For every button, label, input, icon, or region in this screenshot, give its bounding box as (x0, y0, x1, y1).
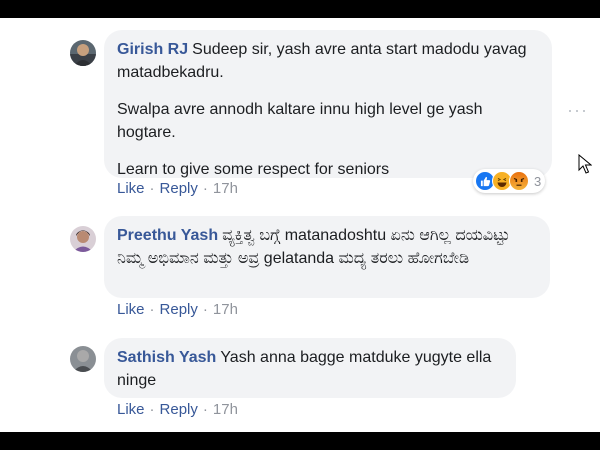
mouse-cursor-icon (578, 153, 593, 179)
avatar[interactable] (70, 226, 96, 252)
reactions-summary[interactable]: 3 (473, 169, 546, 193)
like-link[interactable]: Like (117, 401, 145, 418)
comment-bubble: Preethu Yash ವ್ಯಕ್ತಿತ್ವ ಬಗ್ಗೆ matanadosht… (104, 216, 550, 298)
comment-bubble: Sathish Yash Yash anna bagge matduke yugy… (104, 338, 516, 398)
like-link[interactable]: Like (117, 301, 145, 318)
timestamp[interactable]: 17h (213, 301, 238, 318)
reply-link[interactable]: Reply (160, 401, 198, 418)
more-options-icon[interactable]: ··· (567, 100, 588, 121)
avatar[interactable] (70, 40, 96, 66)
comment-thread: Girish RJ Sudeep sir, yash avre anta star… (0, 18, 600, 432)
comment-actions: Like · Reply · 17h (117, 401, 238, 418)
comment-bubble: Girish RJ Sudeep sir, yash avre anta star… (104, 30, 552, 178)
comment-actions: Like · Reply · 17h (117, 301, 238, 318)
angry-reaction-icon (509, 171, 529, 191)
timestamp[interactable]: 17h (213, 180, 238, 197)
comment-text: Girish RJ Sudeep sir, yash avre anta star… (117, 41, 527, 81)
comment-author[interactable]: Preethu Yash (117, 227, 218, 244)
like-link[interactable]: Like (117, 180, 145, 197)
reply-link[interactable]: Reply (160, 301, 198, 318)
comment-actions: Like · Reply · 17h (117, 180, 238, 197)
timestamp[interactable]: 17h (213, 401, 238, 418)
comment-author[interactable]: Sathish Yash (117, 349, 216, 366)
avatar[interactable] (70, 346, 96, 372)
comment-text: Swalpa avre annodh kaltare innu high lev… (117, 101, 483, 141)
reply-link[interactable]: Reply (160, 180, 198, 197)
comment-author[interactable]: Girish RJ (117, 41, 188, 58)
comment-text: Preethu Yash ವ್ಯಕ್ತಿತ್ವ ಬಗ್ಗೆ matanadosht… (117, 227, 510, 267)
reaction-count: 3 (534, 173, 542, 189)
comment-text: Sathish Yash Yash anna bagge matduke yugy… (117, 349, 492, 389)
